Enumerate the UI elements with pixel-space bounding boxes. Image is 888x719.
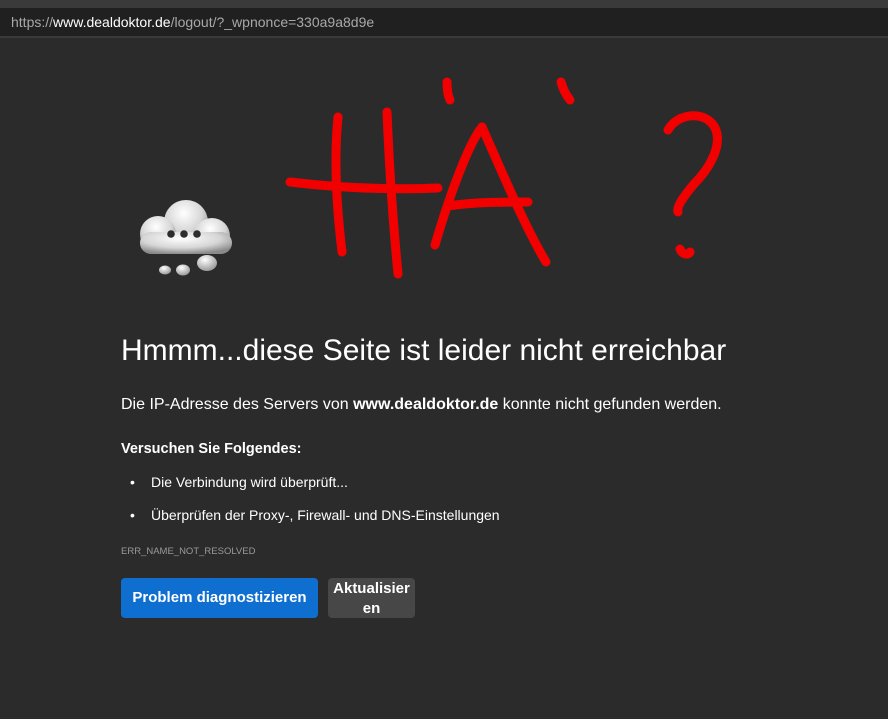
error-code: ERR_NAME_NOT_RESOLVED (121, 546, 256, 557)
refresh-button[interactable]: Aktualisieren (328, 578, 415, 618)
address-bar[interactable]: https://www.dealdoktor.de/logout/?_wpnon… (0, 8, 888, 38)
bullet-icon: • (130, 474, 135, 490)
description-after: konnte nicht gefunden werden. (498, 396, 722, 413)
bullet-icon: • (130, 507, 135, 523)
url-host: www.dealdoktor.de (53, 14, 171, 30)
url-path: /logout/?_wpnonce=330a9a8d9e (170, 14, 375, 30)
url-text[interactable]: https://www.dealdoktor.de/logout/?_wpnon… (11, 14, 374, 30)
cloud-ellipsis-icon (140, 200, 232, 276)
try-heading: Versuchen Sie Folgendes: (121, 441, 302, 457)
suggestion-item: Überprüfen der Proxy-, Firewall- und DNS… (151, 507, 500, 523)
diagnose-button[interactable]: Problem diagnostizieren (121, 578, 318, 618)
error-description: Die IP-Adresse des Servers von www.deald… (121, 396, 722, 414)
suggestion-item: Die Verbindung wird überprüft... (151, 474, 348, 490)
window-top-strip (0, 0, 888, 8)
description-before: Die IP-Adresse des Servers von (121, 396, 354, 413)
page-title: Hmmm...diese Seite ist leider nicht erre… (121, 334, 727, 367)
handwritten-annotation (285, 77, 722, 279)
description-host: www.dealdoktor.de (353, 396, 499, 413)
url-prefix: https:// (11, 14, 54, 30)
